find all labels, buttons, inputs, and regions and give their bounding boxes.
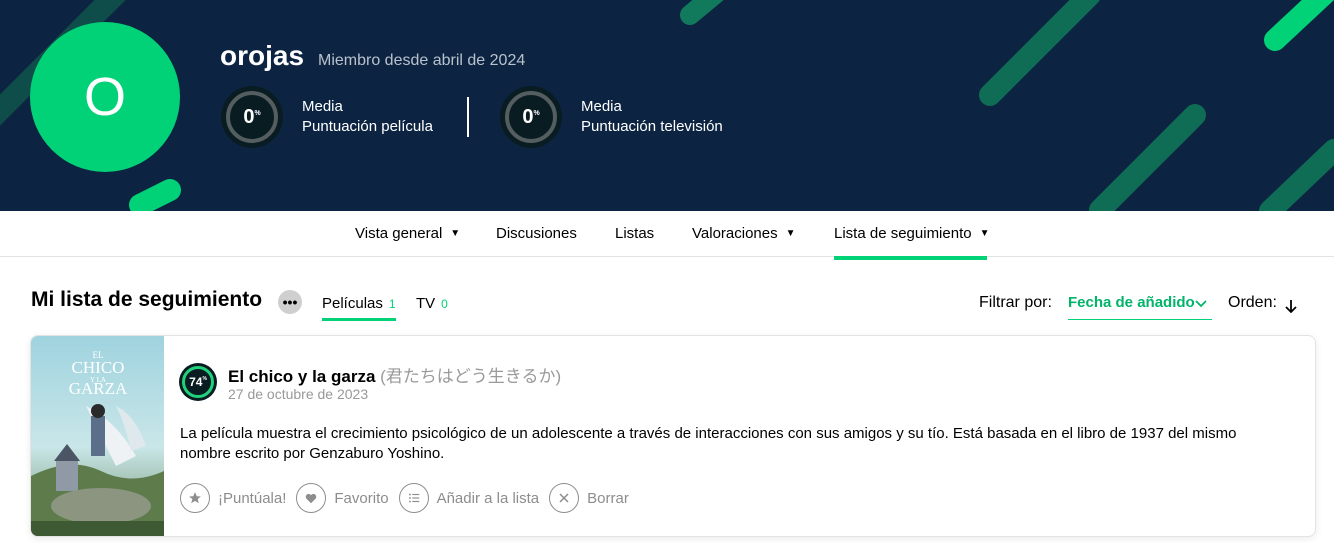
tv-score-unit: % [533, 109, 540, 117]
filter-select[interactable]: Fecha de añadido [1068, 294, 1212, 320]
poster-title-2: CHICO [72, 358, 125, 377]
movie-score-ring: 0% [221, 86, 283, 148]
caret-down-icon: ▼ [979, 228, 990, 239]
movie-original-title: (君たちはどう生きるか) [380, 367, 562, 386]
nav-discussions[interactable]: Discusiones [496, 225, 577, 257]
movie-overview: La película muestra el crecimiento psico… [180, 425, 1237, 462]
tv-score-label-2: Puntuación televisión [581, 118, 723, 135]
movie-poster[interactable]: EL CHICO Y LA GARZA [31, 336, 164, 537]
caret-down-icon: ▼ [785, 228, 796, 239]
filter-value: Fecha de añadido [1068, 294, 1195, 311]
nav-ratings[interactable]: Valoraciones ▼ [692, 225, 796, 257]
rate-button[interactable]: ¡Puntúala! [180, 483, 286, 513]
tab-tv-count: 0 [441, 297, 448, 311]
user-score-unit: % [202, 376, 207, 382]
poster-title-4: GARZA [69, 379, 128, 398]
avatar[interactable]: O [30, 22, 180, 172]
nav-overview-label: Vista general [355, 225, 443, 242]
nav-lists[interactable]: Listas [615, 225, 654, 257]
profile-header: O orojas Miembro desde abril de 2024 0% … [0, 0, 1334, 211]
add-to-list-label: Añadir a la lista [436, 489, 540, 507]
caret-down-icon: ▼ [450, 228, 461, 239]
movie-score-label-1: Media [302, 98, 343, 115]
tab-tv[interactable]: TV 0 [416, 295, 448, 312]
rate-label: ¡Puntúala! [218, 489, 287, 507]
tab-movies-count: 1 [388, 297, 396, 311]
add-to-list-button[interactable]: Añadir a la lista [398, 483, 540, 513]
page-title: Mi lista de seguimiento [31, 288, 263, 311]
favorite-button[interactable]: Favorito [296, 483, 389, 513]
tv-score-value: 0 [522, 105, 534, 128]
item-actions: ¡Puntúala! Favorito Añadir a la lista Bo… [180, 483, 639, 513]
movie-score-block: 0% Media Puntuación película [221, 86, 433, 148]
tab-tv-label: TV [416, 295, 436, 312]
list-icon [408, 493, 419, 503]
tv-score-ring: 0% [500, 86, 562, 148]
movie-score-value: 0 [243, 105, 255, 128]
filter-label: Filtrar por: [979, 294, 1052, 311]
watchlist-item-card: EL CHICO Y LA GARZA 74% El chico y la ga… [30, 335, 1316, 537]
release-date: 27 de octubre de 2023 [228, 386, 369, 402]
movie-title-row: El chico y la garza (君たちはどう生きるか) [228, 362, 561, 387]
close-icon [559, 493, 569, 503]
nav-overview[interactable]: Vista general ▼ [355, 225, 460, 257]
order-label: Orden: [1228, 294, 1277, 311]
nav-discussions-label: Discusiones [496, 225, 577, 242]
favorite-label: Favorito [334, 489, 389, 507]
star-icon [189, 492, 201, 504]
member-since: Miembro desde abril de 2024 [318, 52, 526, 69]
profile-nav: Vista general ▼ Discusiones Listas Valora… [0, 211, 1334, 260]
user-score-value: 74 [189, 375, 203, 389]
tab-movies[interactable]: Películas 1 [322, 295, 396, 321]
movie-score-label-2: Puntuación película [302, 118, 433, 135]
score-divider [467, 97, 469, 137]
tab-movies-label: Películas [322, 295, 383, 312]
more-options-button[interactable]: ••• [278, 290, 302, 314]
chevron-down-icon [1195, 300, 1207, 308]
username[interactable]: orojas [220, 40, 304, 72]
movie-score-unit: % [254, 109, 261, 117]
remove-label: Borrar [587, 489, 629, 507]
movie-title[interactable]: El chico y la garza [228, 367, 375, 386]
nav-watchlist[interactable]: Lista de seguimiento ▼ [834, 225, 990, 260]
nav-ratings-label: Valoraciones [692, 225, 778, 242]
remove-button[interactable]: Borrar [549, 483, 629, 513]
heart-icon [306, 493, 317, 504]
tv-score-label-1: Media [581, 98, 622, 115]
nav-watchlist-label: Lista de seguimiento [834, 225, 972, 242]
sort-arrow-down-icon[interactable] [1284, 298, 1298, 314]
tv-score-block: 0% Media Puntuación televisión [500, 86, 723, 148]
user-score-chart: 74% [179, 363, 217, 401]
nav-lists-label: Listas [615, 225, 655, 242]
